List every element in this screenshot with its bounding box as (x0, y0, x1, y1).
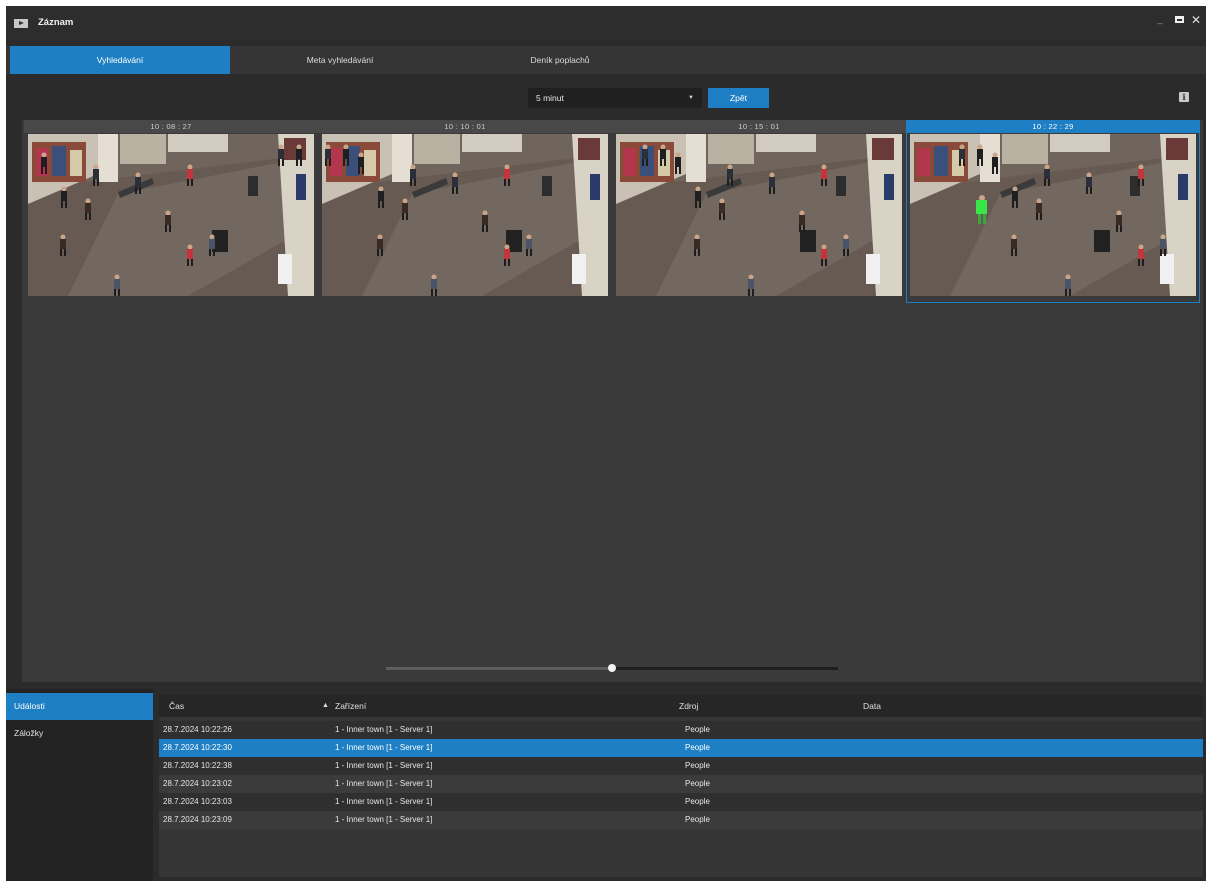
chevron-down-icon: ▼ (688, 95, 694, 101)
time-range-value: 5 minut (536, 93, 564, 103)
timeline-progress (386, 667, 612, 670)
search-results-panel: 10 : 08 : 27 10 : 10 : 01 10 : 15 : 01 10 :… (22, 120, 1203, 682)
result-thumbnail[interactable]: 10 : 22 : 29 (906, 120, 1200, 303)
cell-source: People (685, 743, 710, 752)
close-button[interactable]: ✕ (1189, 12, 1203, 28)
time-range-select[interactable]: 5 minut ▼ (528, 88, 702, 108)
table-row[interactable]: 28.7.2024 10:22:38 1 - Inner town [1 - Se… (159, 757, 1203, 775)
title-bar: Záznam _ ✕ (6, 6, 1206, 40)
column-header-source[interactable]: Zdroj (679, 695, 698, 717)
sort-ascending-icon[interactable]: ▲ (322, 695, 329, 717)
cell-device: 1 - Inner town [1 - Server 1] (335, 761, 433, 770)
table-row[interactable]: 28.7.2024 10:23:03 1 - Inner town [1 - Se… (159, 793, 1203, 811)
tab-search[interactable]: Vyhledávání (10, 46, 230, 74)
table-row[interactable]: 28.7.2024 10:23:09 1 - Inner town [1 - Se… (159, 811, 1203, 829)
column-header-time[interactable]: Čas (169, 695, 184, 717)
cell-source: People (685, 797, 710, 806)
recording-window: Záznam _ ✕ Vyhledávání Meta vyhledávání … (6, 6, 1206, 881)
tab-bar: Vyhledávání Meta vyhledávání Deník popla… (6, 46, 1206, 74)
column-header-device[interactable]: Zařízení (335, 695, 366, 717)
cell-time: 28.7.2024 10:23:02 (163, 779, 232, 788)
back-button[interactable]: Zpět (708, 88, 769, 108)
result-thumbnail[interactable]: 10 : 15 : 01 (612, 120, 906, 303)
cell-device: 1 - Inner town [1 - Server 1] (335, 815, 433, 824)
camera-snapshot[interactable] (28, 134, 314, 296)
timeline-handle[interactable] (608, 664, 616, 672)
thumbnail-timestamp: 10 : 08 : 27 (24, 120, 318, 133)
result-thumbnail[interactable]: 10 : 10 : 01 (318, 120, 612, 303)
side-item-events[interactable]: Události (6, 693, 153, 720)
column-header-data[interactable]: Data (863, 695, 881, 717)
cell-device: 1 - Inner town [1 - Server 1] (335, 725, 433, 734)
tab-alarm-log[interactable]: Deník poplachů (450, 46, 670, 74)
cell-time: 28.7.2024 10:22:30 (163, 743, 232, 752)
window-title: Záznam (38, 17, 74, 28)
table-row[interactable]: 28.7.2024 10:23:02 1 - Inner town [1 - Se… (159, 775, 1203, 793)
info-icon[interactable]: i (1179, 92, 1189, 102)
side-item-bookmarks[interactable]: Záložky (6, 720, 153, 747)
cell-device: 1 - Inner town [1 - Server 1] (335, 797, 433, 806)
table-row[interactable]: 28.7.2024 10:22:26 1 - Inner town [1 - Se… (159, 721, 1203, 739)
camera-snapshot[interactable] (322, 134, 608, 296)
thumbnail-timestamp: 10 : 22 : 29 (906, 120, 1200, 133)
cell-time: 28.7.2024 10:22:38 (163, 761, 232, 770)
maximize-icon (1174, 15, 1184, 23)
cell-device: 1 - Inner town [1 - Server 1] (335, 743, 433, 752)
cell-source: People (685, 779, 710, 788)
cell-device: 1 - Inner town [1 - Server 1] (335, 779, 433, 788)
timeline-slider[interactable] (386, 664, 838, 672)
camera-snapshot[interactable] (910, 134, 1196, 296)
cell-source: People (685, 815, 710, 824)
table-header: Čas ▲ Zařízení Zdroj Data (159, 695, 1203, 717)
minimize-button[interactable]: _ (1154, 12, 1166, 28)
camera-snapshot[interactable] (616, 134, 902, 296)
bottom-side-panel: Události Záložky (6, 689, 153, 881)
tab-meta-search[interactable]: Meta vyhledávání (230, 46, 450, 74)
cell-time: 28.7.2024 10:23:09 (163, 815, 232, 824)
cell-time: 28.7.2024 10:23:03 (163, 797, 232, 806)
maximize-button[interactable] (1172, 12, 1186, 28)
video-play-icon (14, 19, 28, 28)
thumbnail-timestamp: 10 : 10 : 01 (318, 120, 612, 133)
thumbnail-timestamp: 10 : 15 : 01 (612, 120, 906, 133)
cell-source: People (685, 725, 710, 734)
result-thumbnail[interactable]: 10 : 08 : 27 (24, 120, 318, 303)
cell-source: People (685, 761, 710, 770)
cell-time: 28.7.2024 10:22:26 (163, 725, 232, 734)
table-row[interactable]: 28.7.2024 10:22:30 1 - Inner town [1 - Se… (159, 739, 1203, 757)
events-table: Čas ▲ Zařízení Zdroj Data 28.7.2024 10:2… (159, 695, 1203, 877)
